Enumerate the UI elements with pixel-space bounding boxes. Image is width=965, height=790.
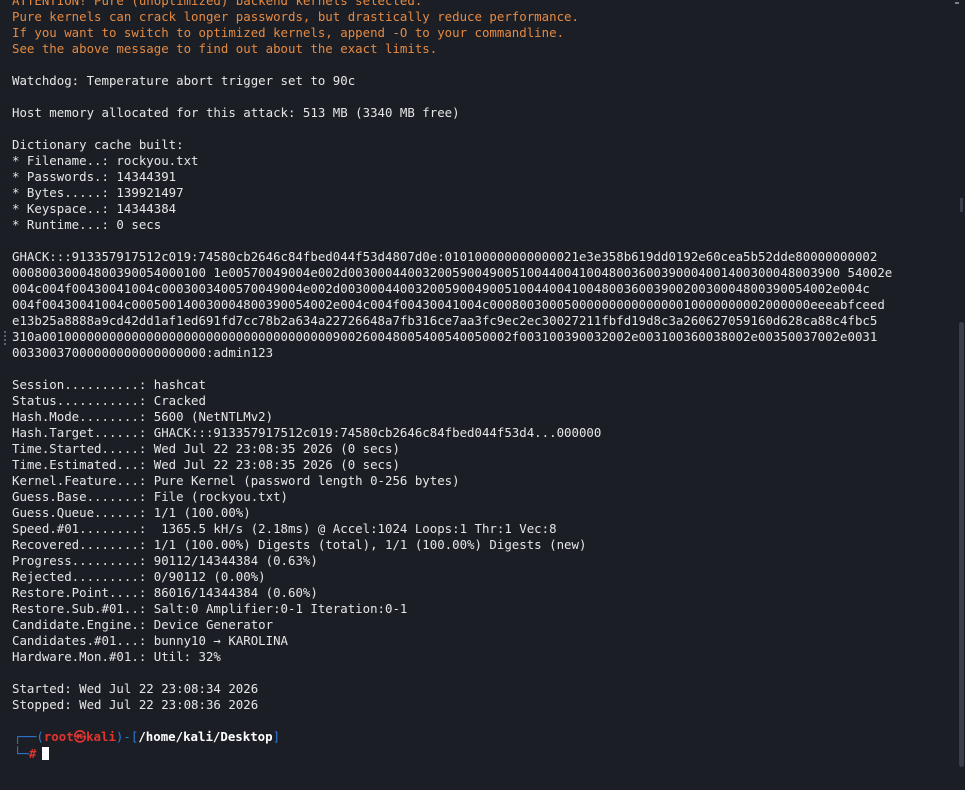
warning-line: If you want to switch to optimized kerne… bbox=[12, 25, 565, 40]
host-memory-line: Host memory allocated for this attack: 5… bbox=[12, 105, 460, 120]
status-line: Hash.Mode........: 5600 (NetNTLMv2) bbox=[12, 409, 274, 424]
text-cursor bbox=[42, 747, 50, 760]
status-line: Time.Estimated...: Wed Jul 22 23:08:35 2… bbox=[12, 457, 400, 472]
started-line: Started: Wed Jul 22 23:08:34 2026 bbox=[12, 681, 259, 696]
prompt-path: /home/kali/Desktop bbox=[138, 729, 273, 744]
hash-line: 310a001000000000000000000000000000000000… bbox=[12, 329, 878, 344]
prompt-close: ] bbox=[272, 729, 281, 744]
status-line: Hardware.Mon.#01.: Util: 32% bbox=[12, 649, 221, 664]
warning-line: ATTENTION! Pure (unoptimized) backend ke… bbox=[12, 0, 423, 8]
status-line: Hash.Target......: GHACK:::913357917512c… bbox=[12, 425, 602, 440]
line-marker bbox=[4, 331, 8, 345]
hash-line: 00330037000000000000000000:admin123 bbox=[12, 345, 274, 360]
prompt-header: ┌──(root㉿kali)-[/home/kali/Desktop] bbox=[14, 728, 514, 745]
dictionary-line: * Keyspace..: 14344384 bbox=[12, 201, 177, 216]
shell-prompt[interactable]: ┌──(root㉿kali)-[/home/kali/Desktop] └─# bbox=[14, 728, 514, 764]
status-line: Recovered........: 1/1 (100.00%) Digests… bbox=[12, 537, 587, 552]
prompt-at-icon: ㉿ bbox=[73, 729, 87, 744]
scroll-position-mark bbox=[960, 198, 963, 212]
dictionary-line: * Passwords.: 14344391 bbox=[12, 169, 177, 184]
prompt-input-line[interactable]: └─# bbox=[14, 745, 514, 762]
status-line: Rejected.........: 0/90112 (0.00%) bbox=[12, 569, 266, 584]
status-line: Progress.........: 90112/14344384 (0.63%… bbox=[12, 553, 318, 568]
dictionary-line: Dictionary cache built: bbox=[12, 137, 184, 152]
hash-line: 004c004f00430041004c0003003400570049004e… bbox=[12, 281, 870, 296]
hash-line: e13b25a8888a9cd42dd1af1ed691fd7cc78b2a63… bbox=[12, 313, 878, 328]
status-line: Restore.Sub.#01..: Salt:0 Amplifier:0-1 … bbox=[12, 601, 408, 616]
warning-line: Pure kernels can crack longer passwords,… bbox=[12, 9, 579, 24]
status-line: Candidate.Engine.: Device Generator bbox=[12, 617, 274, 632]
scrollbar-thumb[interactable] bbox=[959, 322, 964, 767]
status-line: Guess.Queue......: 1/1 (100.00%) bbox=[12, 505, 251, 520]
watchdog-line: Watchdog: Temperature abort trigger set … bbox=[12, 73, 356, 88]
prompt-user: root bbox=[43, 729, 74, 744]
status-line: Speed.#01........: 1365.5 kH/s (2.18ms) … bbox=[12, 521, 557, 536]
terminal-window[interactable]: ATTENTION! Pure (unoptimized) backend ke… bbox=[0, 0, 965, 790]
status-line: Status...........: Cracked bbox=[12, 393, 206, 408]
dictionary-line: * Bytes.....: 139921497 bbox=[12, 185, 184, 200]
hash-line: 004f00430041004c000500140030004800390054… bbox=[12, 297, 885, 312]
prompt-mid: )-[ bbox=[115, 729, 139, 744]
dictionary-line: * Runtime...: 0 secs bbox=[12, 217, 162, 232]
stopped-line: Stopped: Wed Jul 22 23:08:36 2026 bbox=[12, 697, 259, 712]
prompt-host: kali bbox=[86, 729, 116, 744]
hash-line: 00080030004800390054000100 1e00570049004… bbox=[12, 265, 893, 280]
status-line: Guess.Base.......: File (rockyou.txt) bbox=[12, 489, 289, 504]
dictionary-line: * Filename..: rockyou.txt bbox=[12, 153, 199, 168]
prompt-open: ┌──( bbox=[14, 729, 44, 744]
prompt-symbol: # bbox=[28, 746, 37, 761]
status-line: Candidates.#01...: bunny10 → KAROLINA bbox=[12, 633, 289, 648]
status-line: Kernel.Feature...: Pure Kernel (password… bbox=[12, 473, 460, 488]
status-line: Time.Started.....: Wed Jul 22 23:08:35 2… bbox=[12, 441, 400, 456]
status-line: Restore.Point....: 86016/14344384 (0.60%… bbox=[12, 585, 318, 600]
terminal-output: ATTENTION! Pure (unoptimized) backend ke… bbox=[12, 0, 947, 713]
vertical-scrollbar[interactable] bbox=[957, 0, 965, 790]
warning-line: See the above message to find out about … bbox=[12, 41, 438, 56]
hash-line: GHACK:::913357917512c019:74580cb2646c84f… bbox=[12, 249, 878, 264]
status-line: Session..........: hashcat bbox=[12, 377, 206, 392]
prompt-corner: └─ bbox=[14, 746, 29, 761]
